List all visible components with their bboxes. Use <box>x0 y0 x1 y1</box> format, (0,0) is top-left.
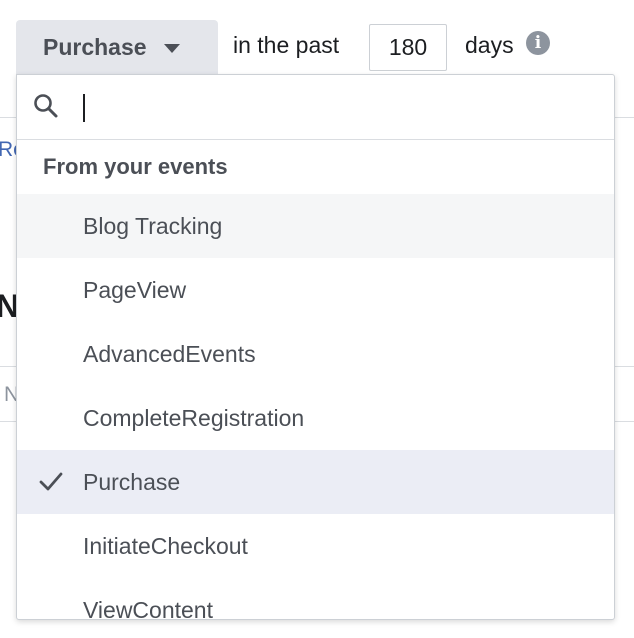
option-blog-tracking[interactable]: Blog Tracking <box>17 194 614 258</box>
chevron-down-icon <box>163 43 180 53</box>
option-label: ViewContent <box>83 596 213 620</box>
option-label: InitiateCheckout <box>83 532 248 559</box>
dropdown-search-input[interactable] <box>79 89 599 125</box>
option-viewcontent[interactable]: ViewContent <box>17 578 614 620</box>
retention-suffix: days <box>465 32 514 58</box>
option-advancedevents[interactable]: AdvancedEvents <box>17 322 614 386</box>
text-cursor <box>83 94 85 122</box>
days-input[interactable] <box>369 24 447 71</box>
dropdown-search-row <box>17 75 614 140</box>
section-heading: From your events <box>43 154 228 179</box>
check-icon <box>39 472 63 491</box>
option-pageview[interactable]: PageView <box>17 258 614 322</box>
event-select-label: Purchase <box>43 33 147 60</box>
retention-prefix: in the past <box>233 32 340 58</box>
option-label: Purchase <box>83 468 181 495</box>
option-label: Blog Tracking <box>83 212 223 239</box>
option-label: AdvancedEvents <box>83 340 256 367</box>
event-select-button[interactable]: Purchase <box>16 20 218 74</box>
info-icon[interactable]: i <box>526 31 550 55</box>
option-purchase[interactable]: Purchase <box>17 450 614 514</box>
option-initiatecheckout[interactable]: InitiateCheckout <box>17 514 614 578</box>
search-icon <box>34 94 58 118</box>
option-completeregistration[interactable]: CompleteRegistration <box>17 386 614 450</box>
option-label: PageView <box>83 276 187 303</box>
options-list: Blog Tracking PageView AdvancedEvents Co… <box>17 194 614 620</box>
option-label: CompleteRegistration <box>83 404 305 431</box>
event-dropdown: From your events Blog Tracking PageView … <box>16 74 615 620</box>
